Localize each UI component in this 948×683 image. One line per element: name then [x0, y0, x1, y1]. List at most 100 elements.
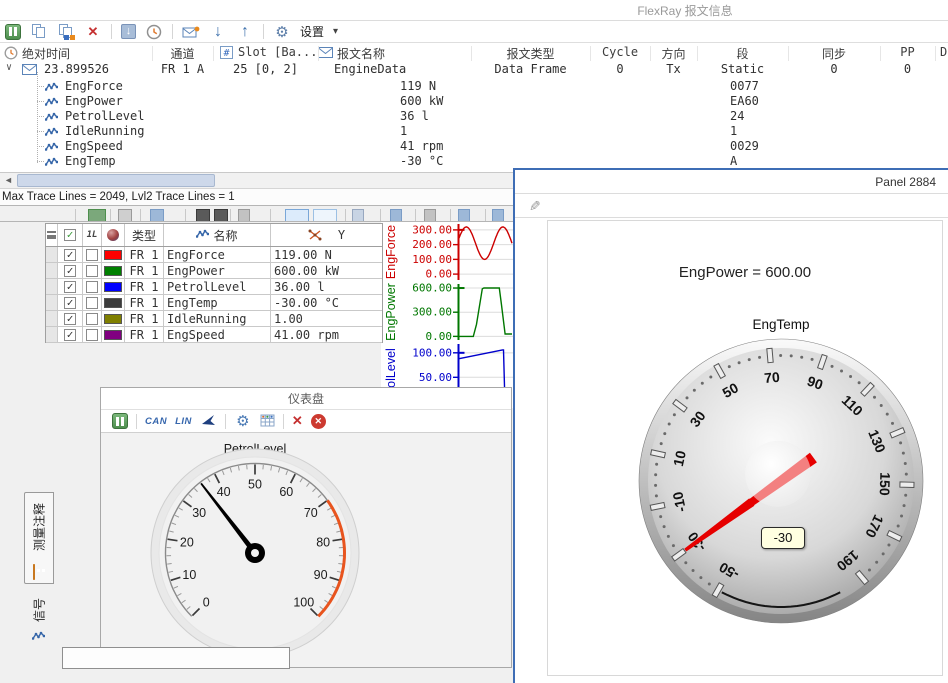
svg-text:40: 40	[217, 485, 231, 499]
column-header-name[interactable]: 报文名称	[337, 45, 385, 62]
series-color-swatch[interactable]	[104, 282, 122, 292]
engtemp-gauge[interactable]: -50-30-101030507090110130150170190	[515, 170, 948, 683]
legend-header-y[interactable]: Y	[338, 228, 345, 242]
trace-frame-row[interactable]: ∨ 23.899526 FR 1 A 25 [0, 2] EngineData …	[0, 62, 948, 77]
toolbar-icon-clipped[interactable]	[313, 209, 337, 221]
svg-text:150: 150	[877, 472, 894, 496]
column-header-pp[interactable]: PP	[880, 45, 935, 59]
delete-icon[interactable]: ✕	[84, 23, 102, 41]
tree-branch	[37, 161, 44, 162]
tab-signals[interactable]: 信号	[24, 588, 54, 652]
signal-raw-value: 0077	[730, 79, 759, 93]
legend-header-type[interactable]: 类型	[125, 224, 164, 246]
legend-row[interactable]: ✓FR 1IdleRunning1.00	[46, 311, 382, 327]
toolbar-icon-clipped[interactable]	[390, 209, 402, 221]
tree-branch	[37, 146, 44, 147]
visible-checkbox[interactable]: ✓	[64, 329, 76, 341]
settings-caret-icon[interactable]: ▾	[333, 26, 338, 37]
visible-checkbox[interactable]: ✓	[64, 313, 76, 325]
toolbar-icon-clipped[interactable]	[492, 209, 504, 221]
scroll-down-icon[interactable]: ↓	[209, 23, 227, 41]
sort-icon[interactable]: 1L	[83, 224, 102, 246]
legend-row[interactable]: ✓FR 1EngSpeed41.00 rpm	[46, 327, 382, 343]
list-icon[interactable]	[47, 231, 56, 239]
series-color-swatch[interactable]	[104, 250, 122, 260]
select-all-checkbox-icon[interactable]: ✓	[64, 229, 76, 241]
toolbar-icon-clipped[interactable]	[118, 209, 132, 221]
visible-checkbox[interactable]: ✓	[64, 297, 76, 309]
docked-panel-stub[interactable]	[62, 647, 290, 669]
toolbar-icon-clipped[interactable]	[238, 209, 250, 221]
horizontal-scrollbar[interactable]: ◄	[0, 172, 513, 189]
column-header-sync[interactable]: 同步	[788, 45, 880, 62]
toolbar-icon-clipped[interactable]	[285, 209, 309, 221]
toolbar-separator	[75, 209, 76, 221]
column-separator	[650, 46, 651, 61]
settings-label[interactable]: 设置	[300, 23, 324, 40]
legend-row[interactable]: ✓FR 1EngTemp-30.00 °C	[46, 295, 382, 311]
column-header-slot[interactable]: Slot [Ba...	[238, 45, 317, 59]
signal-icon	[196, 228, 209, 242]
legend-row[interactable]: ✓FR 1PetrolLevel36.00 l	[46, 279, 382, 295]
scroll-up-icon[interactable]: ↑	[236, 23, 254, 41]
visible-checkbox[interactable]: ✓	[64, 249, 76, 261]
legend-row[interactable]: ✓FR 1EngPower600.00 kW	[46, 263, 382, 279]
marker-checkbox[interactable]	[86, 313, 98, 325]
legend-row[interactable]: ✓FR 1EngForce119.00 N	[46, 247, 382, 263]
toolbar-icon-clipped[interactable]	[458, 209, 470, 221]
legend-header-name[interactable]: 名称	[213, 227, 237, 244]
series-color-swatch[interactable]	[104, 266, 122, 276]
scroll-left-button[interactable]: ◄	[0, 173, 17, 188]
toolbar-icon-clipped[interactable]	[424, 209, 436, 221]
marker-checkbox[interactable]	[86, 281, 98, 293]
scrollbar-thumb[interactable]	[17, 174, 215, 187]
column-header-time[interactable]: 绝对时间	[22, 45, 70, 62]
settings-gear-icon[interactable]: ⚙	[273, 23, 291, 41]
marker-checkbox[interactable]	[86, 265, 98, 277]
trace-signal-row[interactable]: EngForce119 N0077	[0, 79, 948, 94]
trace-signal-row[interactable]: PetrolLevel36 l24	[0, 109, 948, 124]
column-separator	[788, 46, 789, 61]
svg-text:300.00: 300.00	[412, 306, 452, 319]
dock-column-icon[interactable]: ↓	[121, 24, 136, 39]
column-header-cycle[interactable]: Cycle	[590, 45, 650, 59]
column-header-channel[interactable]: 通道	[152, 45, 213, 62]
trace-signal-row[interactable]: IdleRunning11	[0, 124, 948, 139]
toolbar-separator	[111, 24, 112, 39]
signal-plots: 0.00100.00200.00300.00EngForce0.00300.00…	[385, 222, 514, 394]
series-color-swatch[interactable]	[104, 314, 122, 324]
column-header-d[interactable]: D	[940, 45, 947, 59]
column-header-type[interactable]: 报文类型	[471, 45, 590, 62]
toolbar-icon-clipped[interactable]	[150, 209, 164, 221]
series-color-swatch[interactable]	[104, 298, 122, 308]
svg-text:EngPower: EngPower	[385, 283, 398, 341]
marker-checkbox[interactable]	[86, 297, 98, 309]
toolbar-icon-clipped[interactable]	[214, 209, 228, 221]
toolbar-icon-clipped[interactable]	[196, 209, 210, 221]
tab-measurement-comments[interactable]: 测量注释	[24, 492, 54, 584]
trace-signal-row[interactable]: EngPower600 kWEA60	[0, 94, 948, 109]
trace-window: FlexRay 报文信息 ✕ ↓ ↓ ↑ ⚙ 设置 ▾	[0, 0, 948, 172]
time-icon[interactable]	[145, 23, 163, 41]
trace-signal-row[interactable]: EngSpeed41 rpm0029	[0, 139, 948, 154]
marker-checkbox[interactable]	[86, 329, 98, 341]
toolbar-icon-clipped[interactable]	[88, 209, 106, 221]
visible-checkbox[interactable]: ✓	[64, 281, 76, 293]
visible-checkbox[interactable]: ✓	[64, 265, 76, 277]
petrol-level-gauge[interactable]: 0102030405060708090100	[101, 388, 511, 667]
export-mail-icon[interactable]	[182, 23, 200, 41]
copy-icon[interactable]	[30, 23, 48, 41]
pause-icon[interactable]	[5, 24, 21, 40]
globe-icon[interactable]	[107, 229, 119, 241]
toolbar-separator	[110, 209, 111, 221]
column-header-dir[interactable]: 方向	[650, 45, 697, 62]
signal-raw-value: 0029	[730, 139, 759, 153]
toolbar-icon-clipped[interactable]	[352, 209, 364, 221]
marker-checkbox[interactable]	[86, 249, 98, 261]
series-color-swatch[interactable]	[104, 330, 122, 340]
signal-raw-value: A	[730, 154, 737, 168]
column-header-segment[interactable]: 段	[697, 45, 788, 62]
expander-chevron-icon[interactable]: ∨	[6, 62, 12, 73]
copy-special-icon[interactable]	[57, 23, 75, 41]
trace-signal-row[interactable]: EngTemp-30 °CA	[0, 154, 948, 169]
